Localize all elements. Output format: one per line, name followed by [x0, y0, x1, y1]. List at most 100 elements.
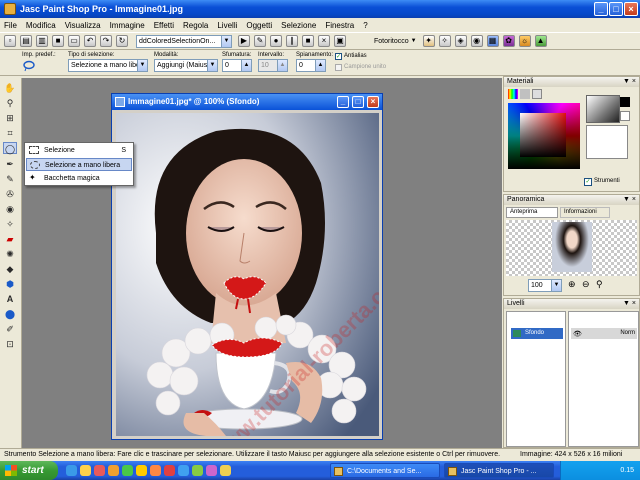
layer-row-sfondo[interactable]: Sfondo [511, 328, 563, 339]
ie-icon[interactable] [66, 465, 77, 476]
warp-brush-tool-icon[interactable]: ⊡ [3, 338, 17, 350]
deform-tool-icon[interactable]: ⊞ [3, 112, 17, 124]
preset-shape-tool-icon[interactable]: ⬤ [3, 308, 17, 320]
close-icon[interactable]: ▼ × [623, 299, 636, 309]
close-icon[interactable]: ▼ × [623, 195, 636, 205]
dropper-tool-icon[interactable]: ✒ [3, 158, 17, 170]
doc-maximize-button[interactable]: □ [352, 96, 364, 108]
script-dropdown[interactable]: ddColoredSelectionOn... ▼ [136, 34, 232, 48]
rainbow-tab-icon[interactable] [520, 89, 530, 99]
text-tool-icon[interactable]: A [3, 293, 17, 305]
media-icon[interactable] [94, 465, 105, 476]
clock[interactable]: 0.15 [620, 467, 634, 474]
print-icon[interactable]: ▭ [68, 35, 80, 47]
strumenti-checkbox[interactable]: ✓ [584, 178, 592, 186]
pan-tool-icon[interactable]: ✋ [3, 82, 17, 94]
clarify-icon[interactable]: ◈ [454, 35, 467, 47]
selection-type-select[interactable]: Selezione a mano libera ▼ [68, 59, 148, 72]
smoothing-field[interactable]: 0 ▲ [296, 59, 326, 72]
menu-selections[interactable]: Selezione [281, 21, 316, 30]
zoom-in-icon[interactable]: ⊕ [568, 279, 576, 290]
minimize-button[interactable]: _ [594, 2, 608, 16]
task-paintshop[interactable]: Jasc Paint Shop Pro - ... [444, 463, 554, 478]
save-script-icon[interactable]: ▣ [334, 35, 346, 47]
flyout-item-magic-wand[interactable]: ✦ Bacchetta magica [26, 172, 132, 185]
lasso-tool-icon[interactable]: ◯ [3, 142, 17, 154]
messenger-icon[interactable] [122, 465, 133, 476]
flyout-item-freehand[interactable]: Selezione a mano libera [26, 158, 132, 171]
edit-script-icon[interactable]: ✎ [254, 35, 266, 47]
paintbrush-tool-icon[interactable]: ✎ [3, 173, 17, 185]
open-icon[interactable]: ▤ [20, 35, 32, 47]
doc-close-button[interactable]: × [367, 96, 379, 108]
sample-merged-checkbox[interactable] [335, 64, 342, 71]
browse-icon[interactable]: ▥ [36, 35, 48, 47]
effects-icon[interactable]: ✿ [502, 35, 515, 47]
menu-adjust[interactable]: Regola [183, 21, 208, 30]
tab-info[interactable]: Informazioni [560, 207, 610, 218]
firefox-icon[interactable] [108, 465, 119, 476]
close-icon[interactable]: ▼ × [623, 77, 636, 87]
outlook-icon[interactable] [178, 465, 189, 476]
menu-window[interactable]: Finestra [325, 21, 354, 30]
new-file-icon[interactable]: ▫ [4, 35, 16, 47]
materials-tabs[interactable] [508, 89, 544, 99]
redo-icon[interactable]: ↷ [100, 35, 112, 47]
background-swatch[interactable] [586, 125, 628, 159]
workspace-mode-label[interactable]: Fotoritocco [374, 38, 409, 45]
paint-icon[interactable] [206, 465, 217, 476]
image-canvas[interactable]: www.tutorial-roberta.com [116, 113, 379, 436]
sharpen-icon[interactable]: ◉ [470, 35, 483, 47]
pen-tool-icon[interactable]: ✐ [3, 323, 17, 335]
antialias-checkbox[interactable]: ✓ [335, 53, 342, 60]
foreground-swatch[interactable] [586, 95, 620, 123]
menu-image[interactable]: Immagine [110, 21, 145, 30]
smiley-icon[interactable] [136, 465, 147, 476]
zoom-tool-icon[interactable]: ⚲ [3, 97, 17, 109]
zoom-field[interactable]: 100 ▼ [528, 279, 562, 292]
menu-file[interactable]: File [4, 21, 17, 30]
menu-layers[interactable]: Livelli [217, 21, 237, 30]
crop-tool-icon[interactable]: ⌗ [3, 127, 17, 139]
close-button[interactable]: × [624, 2, 638, 16]
save-icon[interactable]: ■ [52, 35, 64, 47]
start-button[interactable]: start [0, 461, 58, 480]
white-swatch[interactable] [620, 111, 630, 121]
lasso-preset-icon[interactable] [22, 60, 36, 72]
red-eye-icon[interactable]: ✦ [422, 35, 435, 47]
doc-minimize-button[interactable]: _ [337, 96, 349, 108]
mode-select[interactable]: Aggiungi (Maiusc) ▼ [154, 59, 218, 72]
picture-tube-tool-icon[interactable]: ⬢ [3, 278, 17, 290]
swatches-tab-icon[interactable] [532, 89, 542, 99]
eraser-tool-icon[interactable]: ▰ [3, 233, 17, 245]
utility-icon[interactable] [192, 465, 203, 476]
hue-icon[interactable]: ▲ [534, 35, 547, 47]
chevron-down-icon[interactable]: ▼ [411, 38, 417, 44]
airbrush-tool-icon[interactable]: ✺ [3, 248, 17, 260]
script-record-icon[interactable]: ● [270, 35, 282, 47]
color-wheel[interactable] [508, 103, 580, 169]
maximize-button[interactable]: □ [609, 2, 623, 16]
folder-icon[interactable] [80, 465, 91, 476]
retouch-tool-icon[interactable]: ✧ [3, 218, 17, 230]
menu-help[interactable]: ? [363, 21, 367, 30]
clone-tool-icon[interactable]: ✇ [3, 188, 17, 200]
app-quick-icon[interactable] [150, 465, 161, 476]
frame-tab-icon[interactable] [508, 89, 518, 99]
menu-view[interactable]: Visualizza [65, 21, 101, 30]
black-swatch[interactable] [620, 97, 630, 107]
menu-edit[interactable]: Modifica [26, 21, 56, 30]
zoom-out-icon[interactable]: ⊖ [582, 279, 590, 290]
undo-icon[interactable]: ↶ [84, 35, 96, 47]
overview-preview[interactable] [506, 220, 637, 276]
repeat-icon[interactable]: ↻ [116, 35, 128, 47]
flyout-item-selection[interactable]: Selezione S [26, 144, 132, 157]
tab-preview[interactable]: Anteprima [506, 207, 558, 218]
menu-effects[interactable]: Effetti [154, 21, 174, 30]
menu-objects[interactable]: Oggetti [246, 21, 272, 30]
run-script-icon[interactable]: ▶ [238, 35, 250, 47]
layer-props-row[interactable]: 👁 Norm [571, 328, 637, 339]
flood-fill-tool-icon[interactable]: ◆ [3, 263, 17, 275]
feather-field[interactable]: 0 ▲ [222, 59, 252, 72]
color-balance-icon[interactable]: ▦ [486, 35, 499, 47]
